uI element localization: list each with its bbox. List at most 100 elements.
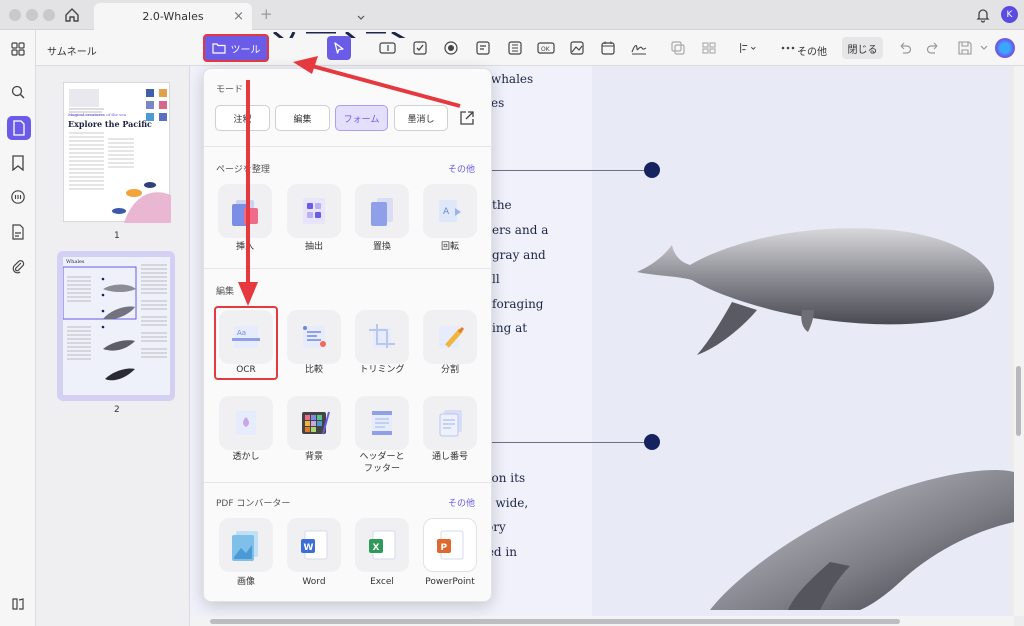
word-file-icon: W bbox=[301, 530, 328, 560]
page-section-more-link[interactable]: その他 bbox=[448, 162, 475, 175]
open-external-icon[interactable] bbox=[458, 109, 476, 130]
split-tool-label: 分割 bbox=[440, 365, 459, 375]
document-tab[interactable]: 2.0-Whales × bbox=[94, 3, 252, 30]
header-footer-icon bbox=[372, 411, 392, 435]
layers-icon[interactable] bbox=[8, 594, 28, 614]
more-button[interactable]: その他 bbox=[797, 43, 827, 58]
doc-title-fragment bbox=[266, 30, 416, 38]
mode-form-button[interactable]: フォーム bbox=[335, 105, 388, 131]
header-footer-tool-label: ヘッダーと フッター bbox=[359, 452, 405, 474]
save-icon[interactable] bbox=[956, 39, 974, 57]
image-field-icon[interactable] bbox=[568, 39, 586, 57]
crop-tool-label: トリミング bbox=[359, 365, 405, 375]
insert-tool-tile[interactable] bbox=[218, 184, 272, 238]
chevron-down-icon[interactable] bbox=[352, 9, 370, 27]
split-tool-tile[interactable] bbox=[423, 310, 477, 364]
vertical-scrollbar[interactable] bbox=[1014, 66, 1024, 616]
paperclip-icon[interactable] bbox=[8, 256, 28, 276]
bookmark-icon[interactable] bbox=[8, 153, 28, 173]
excel-file-icon: X bbox=[369, 530, 396, 560]
doc-line-mid-1: the bbox=[492, 198, 512, 212]
attachment-page-icon[interactable] bbox=[8, 222, 28, 242]
tools-label: ツール bbox=[230, 44, 261, 56]
checkbox-icon[interactable] bbox=[411, 39, 429, 57]
vertical-scrollbar-thumb[interactable] bbox=[1016, 366, 1021, 436]
svg-text:X: X bbox=[373, 543, 380, 553]
tab-close-icon[interactable]: × bbox=[233, 9, 244, 24]
svg-text:P: P bbox=[441, 543, 448, 553]
convert-word-label: Word bbox=[302, 577, 326, 587]
thumbnails-grid-icon[interactable] bbox=[8, 39, 28, 59]
textbox-icon[interactable] bbox=[379, 39, 397, 57]
convert-word-tile[interactable]: W bbox=[287, 518, 341, 572]
tools-button[interactable]: ツール bbox=[203, 34, 269, 62]
rotate-tool-tile[interactable]: A bbox=[423, 184, 477, 238]
mode-edit-button[interactable]: 編集 bbox=[275, 105, 330, 131]
window-minimize-dot[interactable] bbox=[26, 9, 38, 21]
horizontal-scrollbar-thumb[interactable] bbox=[210, 619, 900, 624]
mode-redact-button[interactable]: 墨消し bbox=[394, 105, 448, 131]
page-view-icon[interactable] bbox=[7, 116, 31, 140]
svg-text:OK: OK bbox=[541, 46, 551, 53]
doc-line-mid-3: gray and bbox=[492, 248, 546, 262]
grid-icon[interactable] bbox=[700, 39, 718, 57]
combo-box-icon[interactable] bbox=[474, 39, 492, 57]
date-field-icon[interactable] bbox=[599, 39, 617, 57]
rotate-pages-icon: A bbox=[439, 200, 461, 222]
header-footer-tool-tile[interactable] bbox=[355, 396, 409, 450]
new-tab-icon[interactable]: + bbox=[260, 5, 273, 23]
bates-numbering-icon bbox=[439, 410, 462, 437]
connector-line-2 bbox=[492, 442, 652, 443]
window-close-dot[interactable] bbox=[9, 9, 21, 21]
compare-tool-tile[interactable] bbox=[287, 310, 341, 364]
ok-button-icon[interactable]: OK bbox=[537, 39, 555, 57]
humpback-whale-image-1 bbox=[632, 210, 1002, 360]
thumb1-heading-small: Magical creatures of the sea bbox=[68, 112, 126, 117]
bates-numbering-tool-tile[interactable] bbox=[423, 396, 477, 450]
background-tool-tile[interactable] bbox=[287, 396, 341, 450]
extract-tool-label: 抽出 bbox=[304, 242, 323, 252]
redo-icon[interactable] bbox=[924, 39, 942, 57]
replace-tool-tile[interactable] bbox=[355, 184, 409, 238]
list-box-icon[interactable] bbox=[506, 39, 524, 57]
compare-tool-label: 比較 bbox=[304, 365, 323, 375]
signature-icon[interactable] bbox=[630, 39, 648, 57]
extract-tool-tile[interactable] bbox=[287, 184, 341, 238]
convert-powerpoint-label: PowerPoint bbox=[425, 577, 475, 587]
convert-excel-tile[interactable]: X bbox=[355, 518, 409, 572]
comment-icon[interactable] bbox=[8, 187, 28, 207]
extract-pages-icon bbox=[303, 198, 325, 224]
svg-text:W: W bbox=[304, 543, 314, 553]
more-dots-icon[interactable] bbox=[779, 39, 797, 57]
page-thumbnail-1[interactable] bbox=[63, 82, 171, 223]
avatar[interactable]: K bbox=[1001, 6, 1018, 23]
search-icon[interactable] bbox=[8, 82, 28, 102]
bell-icon[interactable] bbox=[974, 6, 992, 24]
convert-powerpoint-tile[interactable]: P bbox=[423, 518, 477, 572]
horizontal-scrollbar[interactable] bbox=[190, 616, 1014, 626]
humpback-whale-image-2 bbox=[700, 462, 1014, 610]
crop-tool-tile[interactable] bbox=[355, 310, 409, 364]
image-file-icon bbox=[232, 531, 258, 561]
copy-icon[interactable] bbox=[669, 39, 687, 57]
mode-annotate-button[interactable]: 注釈 bbox=[215, 105, 270, 131]
left-rail bbox=[0, 30, 36, 626]
menu-divider-1 bbox=[204, 146, 491, 147]
insert-tool-label: 挿入 bbox=[235, 242, 254, 252]
converter-section-more-link[interactable]: その他 bbox=[448, 496, 475, 509]
undo-icon[interactable] bbox=[896, 39, 914, 57]
window-zoom-dot[interactable] bbox=[43, 9, 55, 21]
ocr-tool-label: OCR bbox=[236, 365, 256, 375]
thumb2-title: Whales bbox=[66, 259, 85, 265]
align-icon[interactable] bbox=[739, 39, 757, 57]
convert-image-tile[interactable] bbox=[219, 518, 273, 572]
page-thumbnail-2[interactable] bbox=[62, 257, 170, 395]
watermark-tool-label: 透かし bbox=[232, 452, 260, 462]
save-chevron-icon[interactable] bbox=[975, 39, 993, 57]
radio-button-icon[interactable] bbox=[442, 39, 460, 57]
watermark-tool-tile[interactable] bbox=[219, 396, 273, 450]
home-icon[interactable] bbox=[62, 5, 82, 25]
ai-assistant-icon[interactable] bbox=[995, 38, 1015, 58]
select-tool-button[interactable] bbox=[327, 36, 351, 60]
close-button[interactable]: 閉じる bbox=[842, 37, 883, 59]
